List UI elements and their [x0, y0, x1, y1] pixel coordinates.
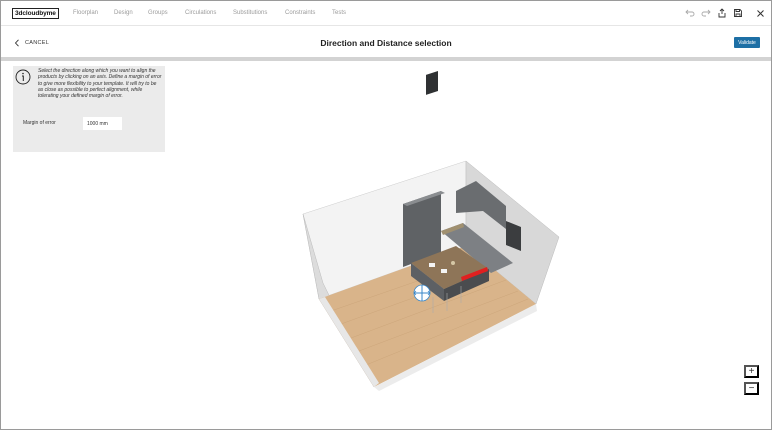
nav-substitutions[interactable]: Substitutions [233, 10, 267, 16]
page-title: Direction and Distance selection [320, 38, 452, 48]
island-item [451, 261, 455, 265]
app-window: 3dcloudbyme Floorplan Design Groups Circ… [0, 0, 772, 430]
island-item [441, 269, 447, 273]
nav-constraints[interactable]: Constraints [285, 10, 315, 16]
brand-logo[interactable]: 3dcloudbyme [12, 8, 59, 19]
validate-button[interactable]: Validate [734, 37, 760, 48]
margin-of-error-label: Margin of error [23, 120, 56, 126]
undo-icon[interactable] [684, 7, 696, 19]
nav-floorplan[interactable]: Floorplan [73, 10, 98, 16]
info-icon [15, 69, 31, 85]
island-item [429, 263, 435, 267]
redo-icon[interactable] [700, 7, 712, 19]
nav-design[interactable]: Design [114, 10, 133, 16]
top-navigation-bar: 3dcloudbyme Floorplan Design Groups Circ… [1, 1, 771, 26]
nav-tests[interactable]: Tests [332, 10, 346, 16]
instructions-text: Select the direction along which you wan… [38, 68, 162, 100]
nav-circulations[interactable]: Circulations [185, 10, 216, 16]
close-icon[interactable] [754, 7, 766, 19]
axis-selector-handle[interactable] [413, 284, 431, 302]
oven [426, 71, 438, 95]
save-icon[interactable] [732, 7, 744, 19]
share-icon[interactable] [716, 7, 728, 19]
zoom-out-button[interactable]: − [744, 382, 759, 395]
nav-groups[interactable]: Groups [148, 10, 168, 16]
margin-of-error-input[interactable] [83, 117, 122, 130]
zoom-in-button[interactable]: + [744, 365, 759, 378]
page-header: CANCEL Direction and Distance selection … [1, 27, 771, 57]
